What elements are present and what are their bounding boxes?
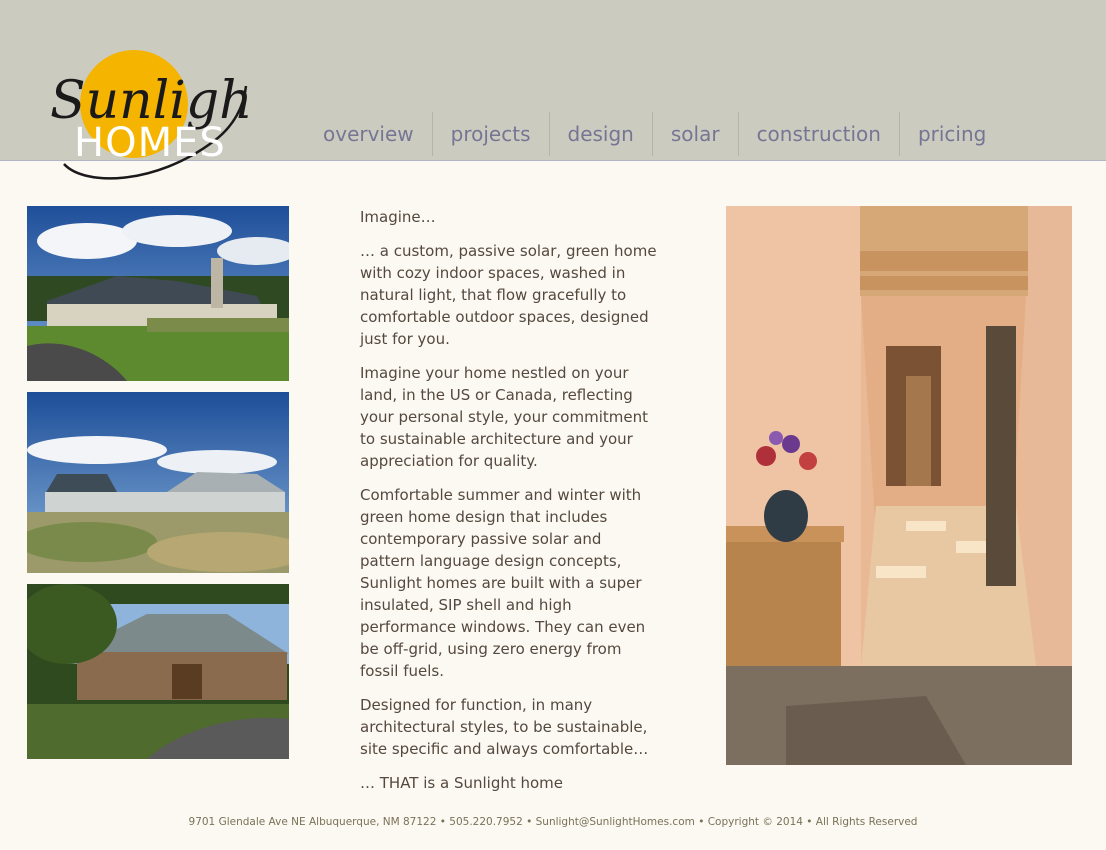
home-photo-2: [27, 392, 289, 573]
logo-word-homes: HOMES: [74, 120, 226, 166]
nav-design[interactable]: design: [548, 112, 652, 156]
sunlight-homes-logo[interactable]: Sunlight HOMES: [44, 46, 254, 188]
main-nav: overview projects design solar construct…: [305, 112, 1004, 156]
paragraph-imagine: Imagine…: [360, 208, 436, 226]
paragraph-function: Designed for function, in many architect…: [360, 696, 649, 758]
site-footer: 9701 Glendale Ave NE Albuquerque, NM 871…: [188, 816, 918, 828]
home-photo-3: [27, 584, 289, 759]
hallway-photo: [726, 206, 1072, 765]
nav-solar[interactable]: solar: [651, 112, 738, 156]
paragraph-custom-home: … a custom, passive solar, green home wi…: [360, 242, 657, 348]
paragraph-comfort: Comfortable summer and winter with green…: [360, 486, 646, 680]
nav-pricing[interactable]: pricing: [898, 112, 1004, 156]
nav-construction[interactable]: construction: [737, 112, 899, 156]
site-header: Sunlight HOMES overview projects design …: [0, 0, 1106, 180]
nav-overview[interactable]: overview: [305, 112, 432, 156]
paragraph-your-land: Imagine your home nestled on your land, …: [360, 364, 648, 470]
nav-projects[interactable]: projects: [431, 112, 549, 156]
intro-text: Imagine… … a custom, passive solar, gree…: [360, 206, 660, 806]
paragraph-closing: … THAT is a Sunlight home: [360, 774, 564, 792]
home-photo-1: [27, 206, 289, 381]
